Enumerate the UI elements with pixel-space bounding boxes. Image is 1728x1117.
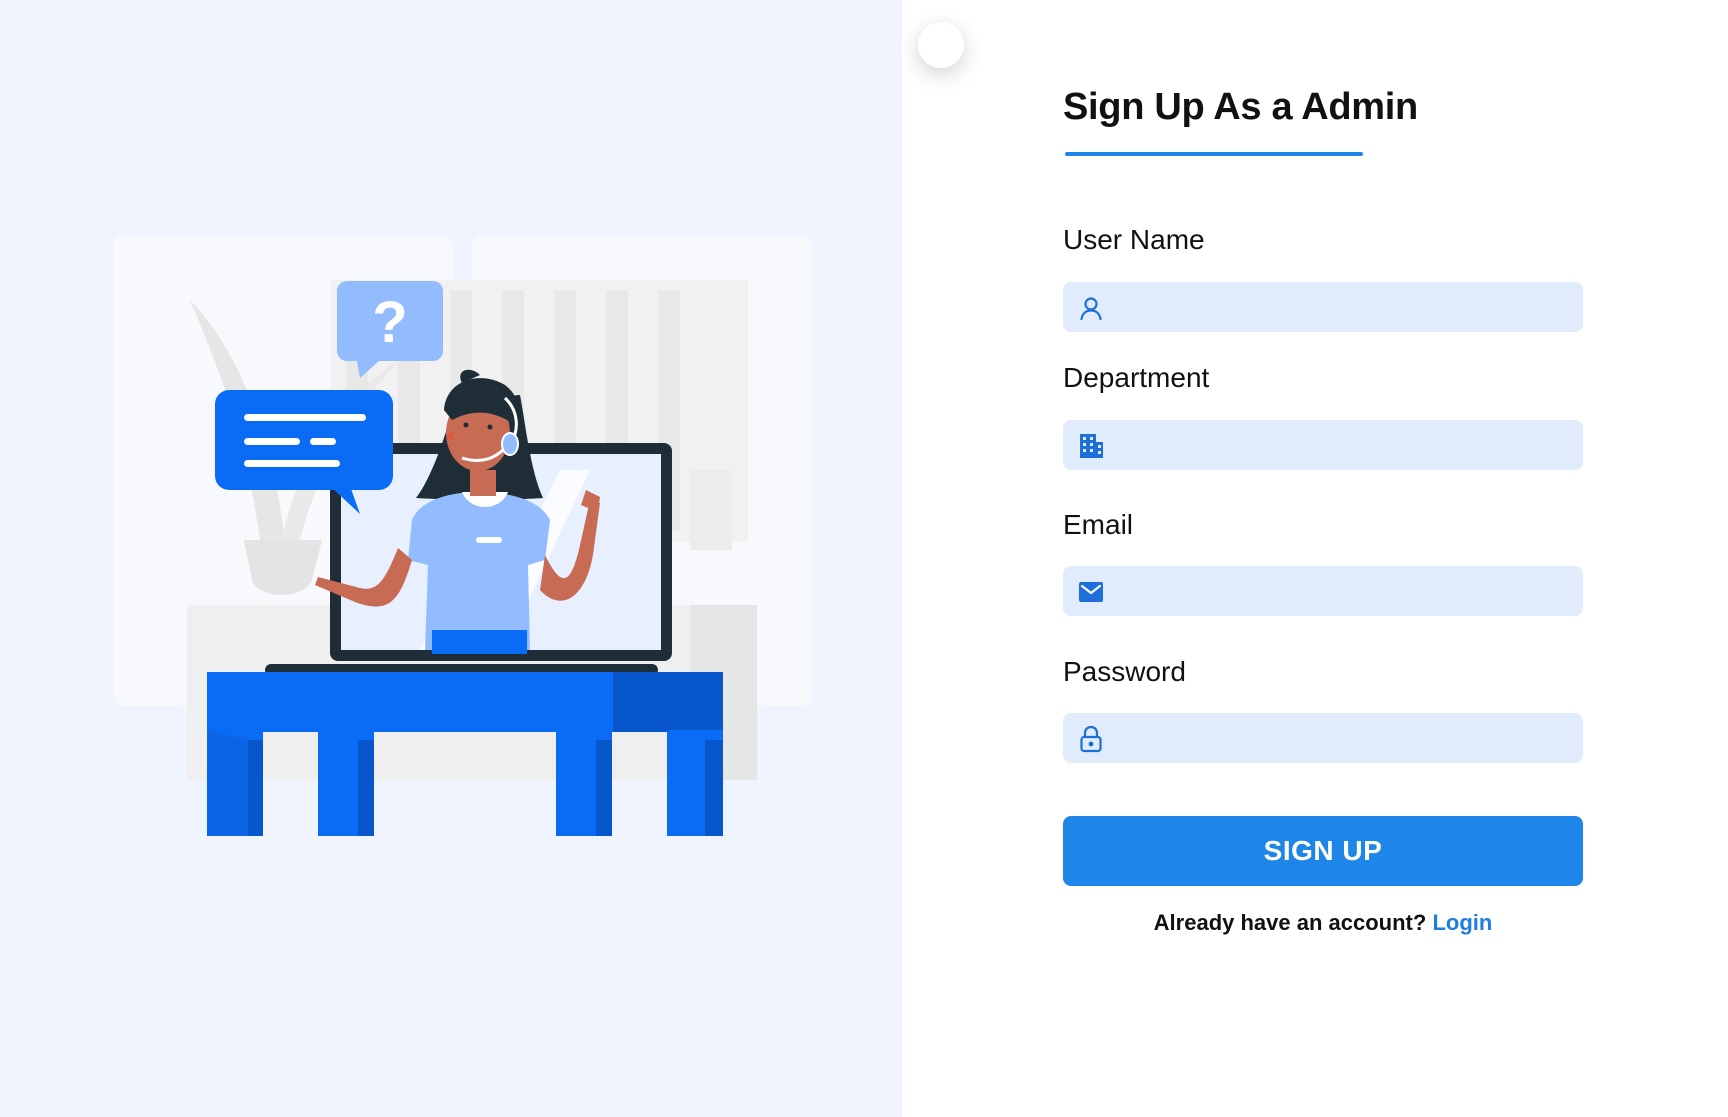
department-field-container: [1063, 420, 1583, 470]
building-icon: [1077, 432, 1105, 460]
username-field-container: [1063, 282, 1583, 332]
department-input[interactable]: [1119, 420, 1575, 470]
signup-panel: [902, 0, 1728, 1117]
login-link[interactable]: Login: [1432, 910, 1492, 935]
username-label: User Name: [1063, 224, 1205, 255]
email-input[interactable]: [1119, 566, 1575, 616]
illustration-panel: ?: [0, 0, 902, 1117]
login-prompt-text: Already have an account?: [1153, 910, 1427, 935]
mail-icon: [1077, 578, 1105, 606]
title-underline: [1065, 152, 1363, 156]
email-label: Email: [1063, 509, 1134, 540]
signup-button[interactable]: SIGN UP: [1063, 816, 1583, 886]
login-prompt: Already have an account? Login: [1063, 910, 1583, 936]
department-label: Department: [1063, 362, 1210, 393]
support-agent-illustration: ?: [113, 236, 812, 836]
password-label: Password: [1063, 656, 1186, 687]
lock-icon: [1077, 725, 1105, 753]
password-input[interactable]: [1119, 713, 1575, 763]
username-input[interactable]: [1119, 282, 1575, 332]
email-field-container: [1063, 566, 1583, 616]
svg-text:?: ?: [372, 290, 407, 355]
user-icon: [1077, 294, 1105, 322]
theme-toggle[interactable]: [918, 22, 964, 68]
page-title: Sign Up As a Admin: [1063, 86, 1418, 128]
password-field-container: [1063, 713, 1583, 763]
